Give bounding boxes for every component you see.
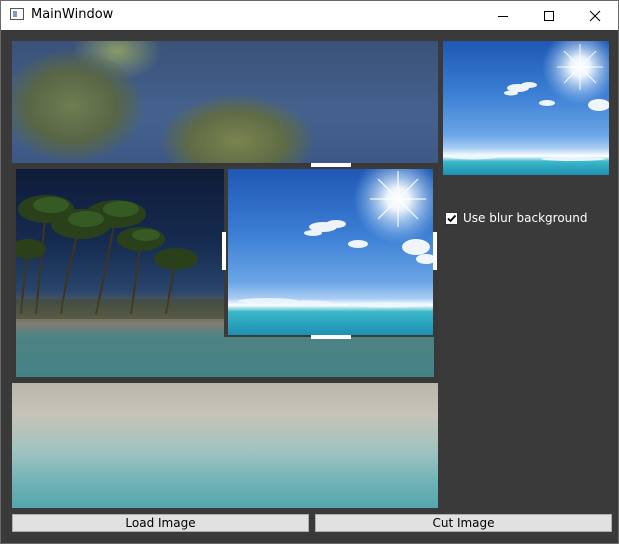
load-image-button[interactable]: Load Image (12, 514, 309, 532)
title-bar[interactable]: MainWindow (1, 1, 618, 30)
blur-background-checkbox[interactable] (445, 212, 458, 225)
crop-handle-top[interactable] (311, 163, 351, 167)
minimize-button[interactable] (480, 1, 526, 30)
blur-background-label[interactable]: Use blur background (463, 211, 588, 225)
blurred-background-bottom (12, 383, 438, 508)
close-button[interactable] (572, 1, 618, 30)
cut-image-button[interactable]: Cut Image (315, 514, 612, 532)
app-window-icon (10, 8, 24, 20)
crop-handle-bottom[interactable] (311, 335, 351, 339)
image-crop-canvas[interactable] (12, 41, 438, 508)
beach-sky-image (238, 169, 433, 308)
blurred-background-top (12, 41, 438, 186)
maximize-button[interactable] (526, 1, 572, 30)
minimize-icon (498, 15, 508, 17)
beach-preview-image (449, 41, 609, 161)
maximize-icon (544, 10, 554, 21)
crop-handle-left[interactable] (222, 232, 226, 270)
crop-handle-right[interactable] (433, 232, 437, 270)
checkmark-icon (447, 214, 457, 223)
close-icon (589, 10, 601, 21)
main-window: MainWindow Use blur background Load Imag… (0, 0, 619, 544)
cropped-preview-image (443, 41, 609, 175)
window-title: MainWindow (31, 7, 114, 22)
crop-selection-image[interactable] (228, 169, 433, 335)
